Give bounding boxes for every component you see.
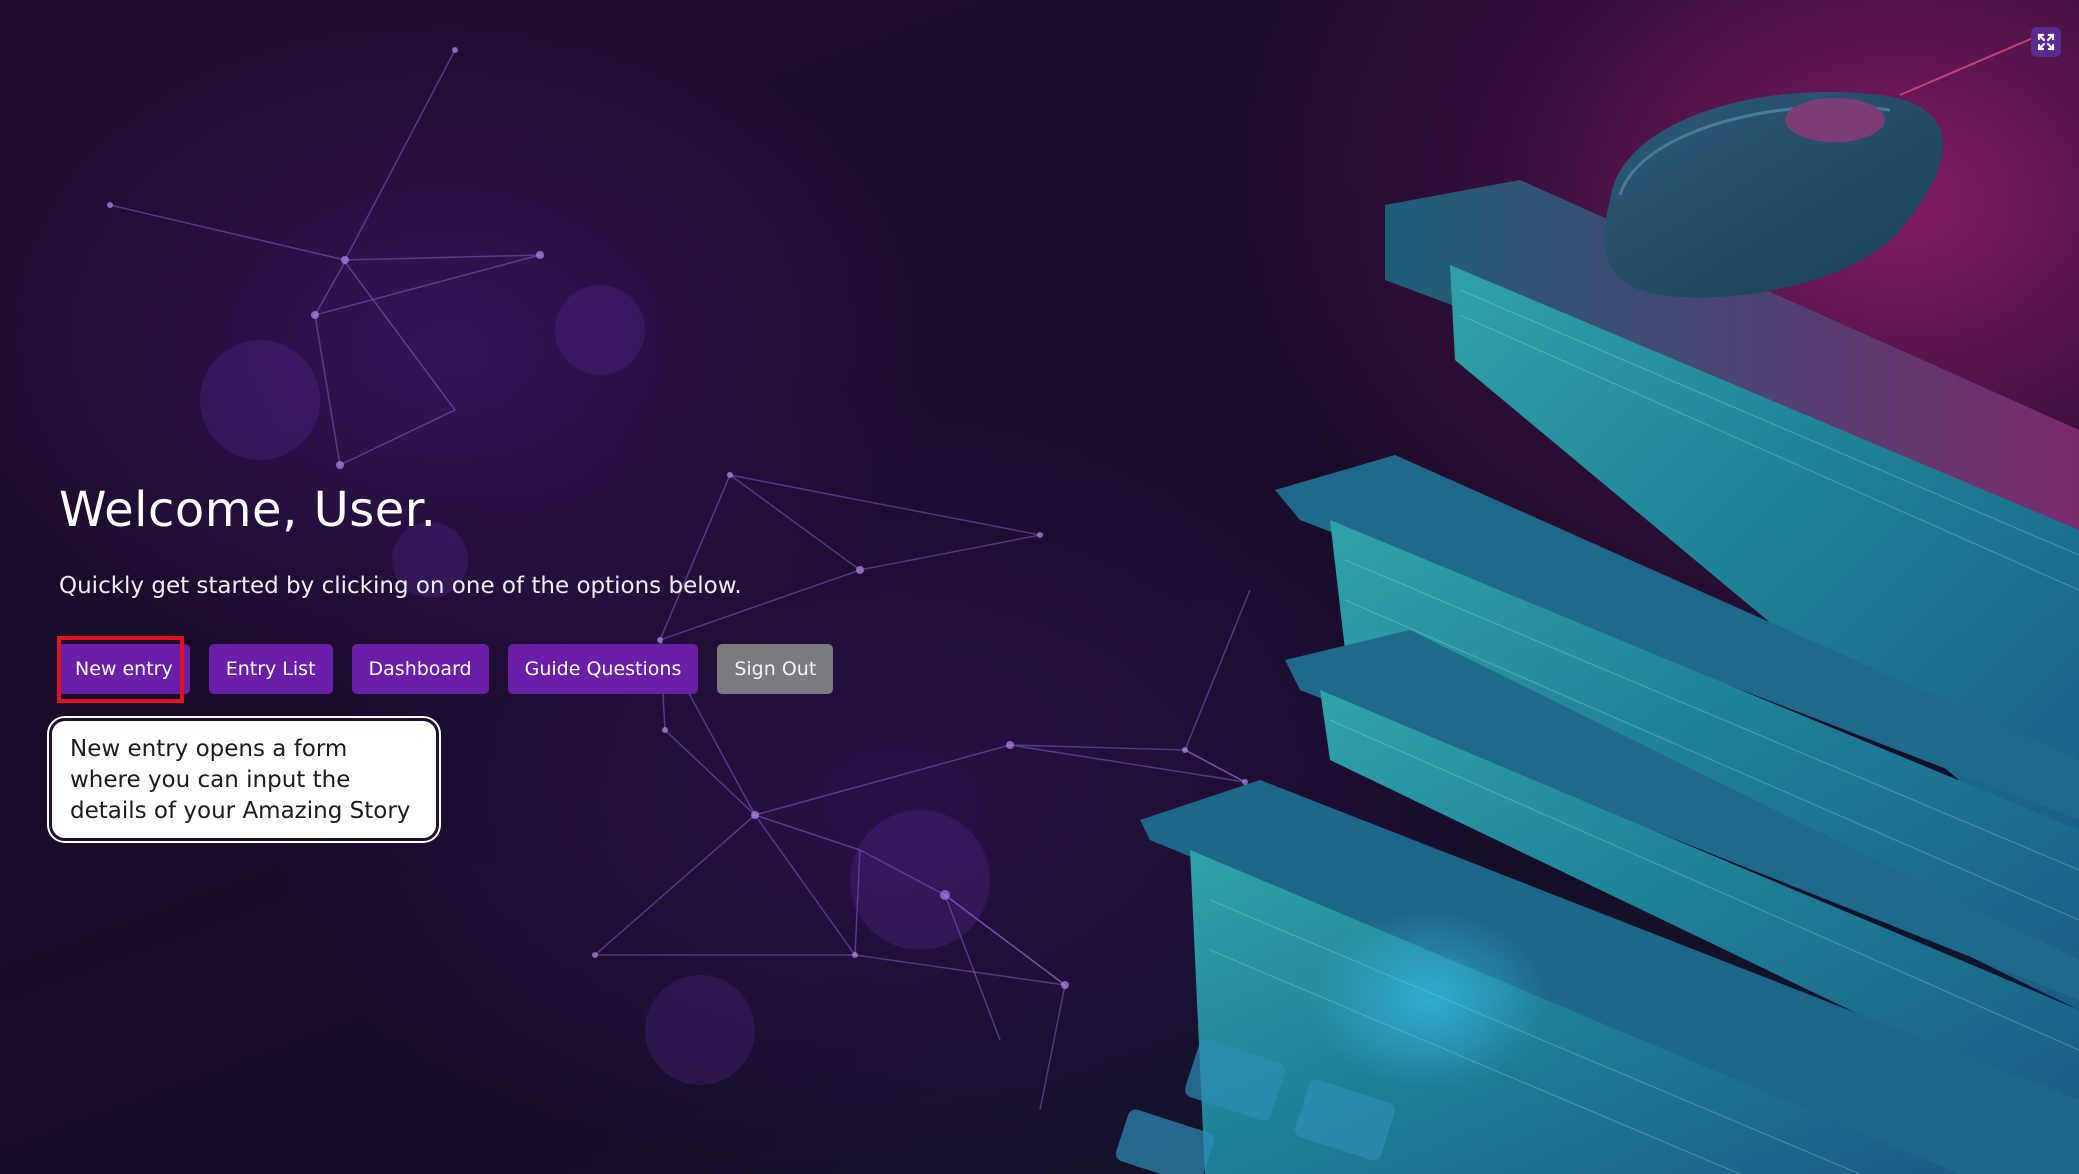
guide-questions-button[interactable]: Guide Questions bbox=[507, 644, 699, 694]
sign-out-button[interactable]: Sign Out bbox=[717, 644, 834, 694]
expand-icon-glyph bbox=[2037, 33, 2055, 51]
tour-tooltip: New entry opens a form where you can inp… bbox=[49, 718, 439, 841]
new-entry-button[interactable]: New entry bbox=[58, 644, 190, 694]
entry-list-button[interactable]: Entry List bbox=[208, 644, 333, 694]
landing-page: Welcome, User. Quickly get started by cl… bbox=[0, 0, 2079, 1174]
page-subtitle: Quickly get started by clicking on one o… bbox=[59, 573, 742, 599]
page-title: Welcome, User. bbox=[59, 482, 437, 538]
action-buttons: New entry Entry List Dashboard Guide Que… bbox=[58, 644, 834, 694]
dashboard-button[interactable]: Dashboard bbox=[351, 644, 489, 694]
expand-icon[interactable] bbox=[2031, 27, 2061, 57]
tour-tooltip-text: New entry opens a form where you can inp… bbox=[70, 736, 411, 824]
